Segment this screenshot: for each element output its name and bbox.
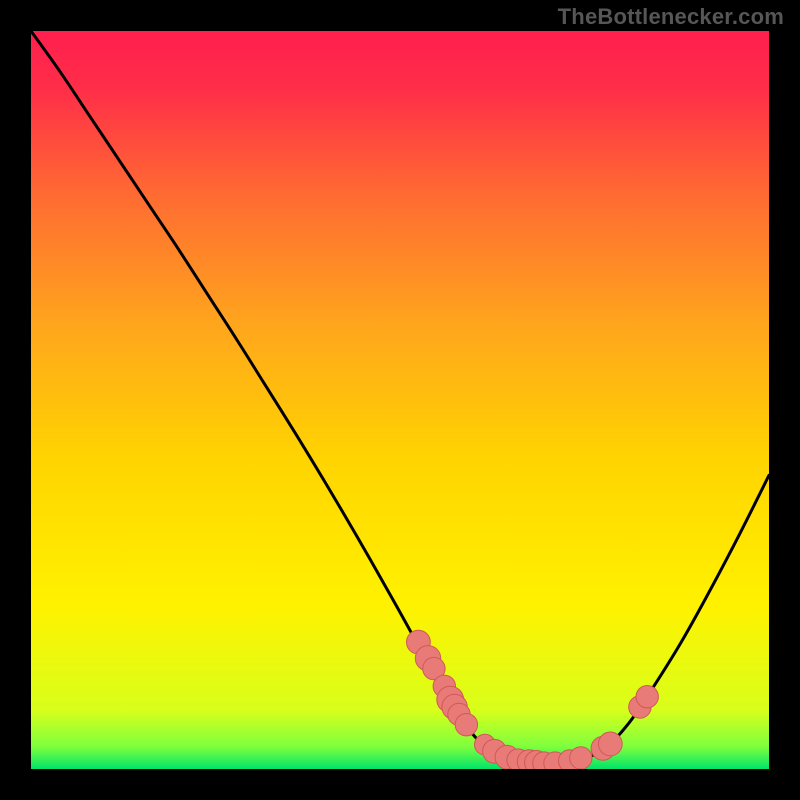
plot-svg [31,31,769,769]
chart-frame: TheBottlenecker.com [0,0,800,800]
data-marker [598,732,622,756]
gradient-background [31,31,769,769]
plot-area [31,31,769,769]
data-marker [570,747,592,769]
data-marker [455,714,477,736]
attribution-text: TheBottlenecker.com [558,4,784,30]
data-marker [636,686,658,708]
